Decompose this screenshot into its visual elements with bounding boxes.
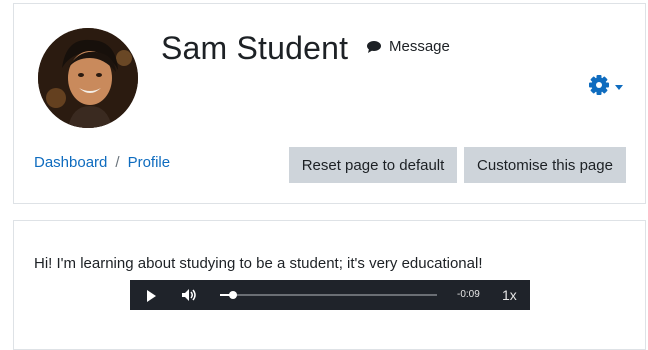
post-text: Hi! I'm learning about studying to be a … bbox=[34, 255, 483, 272]
chevron-down-icon bbox=[615, 85, 623, 90]
reset-page-button[interactable]: Reset page to default bbox=[289, 147, 457, 183]
profile-content-card: Hi! I'm learning about studying to be a … bbox=[13, 220, 646, 350]
gear-icon bbox=[588, 74, 610, 101]
page-title: Sam Student bbox=[161, 30, 349, 66]
seek-bar-track[interactable] bbox=[220, 294, 437, 296]
audio-player: -0:09 1x bbox=[130, 280, 530, 310]
breadcrumb-profile-link[interactable]: Profile bbox=[128, 154, 171, 171]
message-label: Message bbox=[389, 38, 450, 55]
time-remaining: -0:09 bbox=[457, 289, 480, 300]
avatar-photo bbox=[38, 28, 138, 128]
breadcrumb-dashboard-link[interactable]: Dashboard bbox=[34, 154, 107, 171]
breadcrumb: Dashboard / Profile bbox=[34, 154, 170, 171]
speech-bubble-icon bbox=[366, 39, 382, 55]
play-icon[interactable] bbox=[146, 289, 156, 307]
volume-icon[interactable] bbox=[181, 288, 197, 307]
customise-page-button[interactable]: Customise this page bbox=[464, 147, 626, 183]
settings-menu-toggle[interactable] bbox=[588, 74, 623, 101]
profile-header-card: Sam Student Message Dashboard / Profile … bbox=[13, 3, 646, 204]
message-button[interactable]: Message bbox=[366, 38, 450, 55]
breadcrumb-separator: / bbox=[115, 154, 120, 171]
playback-speed-button[interactable]: 1x bbox=[502, 287, 517, 303]
user-avatar[interactable] bbox=[38, 28, 138, 128]
seek-bar-handle[interactable] bbox=[229, 291, 237, 299]
